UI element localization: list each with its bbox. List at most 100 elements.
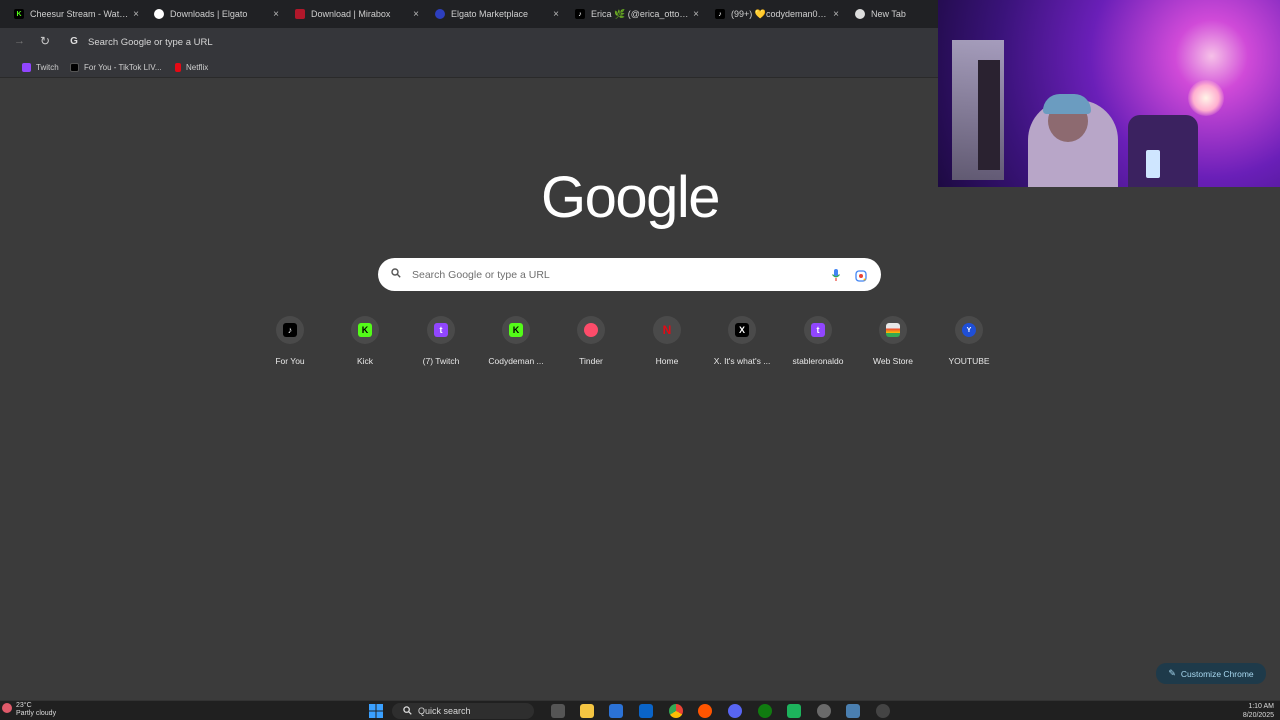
tab-title: Elgato Marketplace (451, 9, 529, 19)
shortcut-tinder[interactable]: Tinder (554, 314, 628, 374)
shortcut-label: Kick (356, 356, 374, 366)
shortcut-tile (879, 316, 907, 344)
chrome-icon (855, 9, 865, 19)
tab-title: Cheesur Stream - Watch Live on Kick (30, 9, 130, 19)
shortcut-tile (577, 316, 605, 344)
webcam-light (1188, 80, 1224, 116)
file-explorer-icon[interactable] (580, 704, 594, 718)
google-lens-icon[interactable] (855, 269, 867, 282)
close-icon[interactable]: × (830, 9, 842, 20)
close-icon[interactable]: × (410, 9, 422, 20)
tab-2[interactable]: Download | Mirabox × (295, 4, 422, 24)
x-icon: X (735, 323, 749, 337)
chrome-icon[interactable] (669, 704, 683, 718)
shortcut-kick[interactable]: K Kick (328, 314, 402, 374)
shortcut-label: YOUTUBE (948, 356, 990, 366)
twitch-icon: t (434, 323, 448, 337)
tiktok-icon (70, 62, 79, 72)
tab-0[interactable]: K Cheesur Stream - Watch Live on Kick × (14, 4, 142, 24)
close-icon[interactable]: × (690, 9, 702, 20)
shortcut-x[interactable]: X X. It's what's ... (705, 314, 779, 374)
bookmark-label: Twitch (36, 62, 59, 72)
settings-icon[interactable] (817, 704, 831, 718)
tiktok-icon: ♪ (575, 9, 585, 19)
bookmark-label: Netflix (186, 62, 209, 72)
weather-widget[interactable]: 23°C Partly cloudy (2, 702, 56, 718)
weather-temp: 23°C (16, 702, 32, 709)
close-icon[interactable]: × (550, 9, 562, 20)
shortcut-tile: Y (955, 316, 983, 344)
shortcut-label: For You (275, 356, 305, 366)
tab-5[interactable]: ♪ (99+) 💛codydeman03💘 × (715, 4, 842, 24)
windows-start-icon[interactable] (369, 704, 383, 718)
google-g-icon: G (70, 36, 78, 47)
shortcut-for-you[interactable]: ♪ For You (253, 314, 327, 374)
pencil-icon: ✎ (1168, 668, 1176, 678)
netflix-icon (175, 62, 181, 72)
tab-4[interactable]: ♪ Erica 🌿 (@erica_otto) is LIVE × (575, 4, 702, 24)
shortcut-label: Home (655, 356, 679, 366)
shortcut-web-store[interactable]: Web Store (856, 314, 930, 374)
outlook-icon[interactable] (639, 704, 653, 718)
tab-1[interactable]: Downloads | Elgato × (154, 4, 282, 24)
search-input[interactable]: Search Google or type a URL (412, 269, 831, 281)
tab-6-active[interactable]: New Tab (855, 4, 935, 24)
task-view-icon[interactable] (551, 704, 565, 718)
address-bar-placeholder: Search Google or type a URL (88, 36, 213, 48)
webcam-chair (1128, 115, 1198, 187)
tab-title: Download | Mirabox (311, 9, 391, 19)
twitch-icon (22, 62, 31, 72)
soundcloud-icon[interactable] (698, 704, 712, 718)
app-icon-grid[interactable] (876, 704, 890, 718)
close-icon[interactable]: × (270, 9, 282, 20)
shortcut-tile: K (502, 316, 530, 344)
forward-arrow-icon[interactable]: → (14, 35, 25, 47)
marketplace-icon (435, 9, 445, 19)
mirabox-icon (295, 9, 305, 19)
shortcut-stableronaldo[interactable]: t stableronaldo (781, 314, 855, 374)
app-window-icon[interactable] (846, 704, 860, 718)
search-box[interactable]: Search Google or type a URL (378, 258, 881, 291)
shortcut-label: X. It's what's ... (713, 356, 771, 366)
voice-search-icon[interactable] (831, 268, 841, 282)
taskbar-clock[interactable]: 1:10 AM 8/20/2025 (1214, 702, 1274, 720)
kick-icon: K (509, 323, 523, 337)
shortcut-youtube[interactable]: Y YOUTUBE (932, 314, 1006, 374)
twitch-icon: t (811, 323, 825, 337)
shortcut-tile: t (804, 316, 832, 344)
tiktok-icon: ♪ (283, 323, 297, 337)
reload-icon[interactable]: ↻ (40, 34, 50, 48)
close-icon[interactable]: × (130, 9, 142, 20)
shortcut-tile: K (351, 316, 379, 344)
app-icon[interactable] (787, 704, 801, 718)
tab-title: (99+) 💛codydeman03💘 (731, 8, 830, 19)
customize-chrome-button[interactable]: ✎ Customize Chrome (1156, 663, 1266, 684)
shortcut-home[interactable]: N Home (630, 314, 704, 374)
address-bar[interactable]: G Search Google or type a URL (64, 31, 934, 53)
xbox-icon[interactable] (758, 704, 772, 718)
tinder-icon (584, 323, 598, 337)
shortcut-label: Tinder (579, 356, 603, 366)
clock-time: 1:10 AM (1248, 703, 1274, 710)
tab-3[interactable]: Elgato Marketplace × (435, 4, 562, 24)
search-icon (390, 268, 402, 281)
bookmark-netflix[interactable]: Netflix (175, 61, 208, 73)
tab-title: Erica 🌿 (@erica_otto) is LIVE (591, 8, 690, 19)
discord-icon[interactable] (728, 704, 742, 718)
google-logo: Google (540, 165, 721, 230)
kick-icon: K (358, 323, 372, 337)
clock-date: 8/20/2025 (1242, 712, 1274, 719)
bookmark-tiktok[interactable]: For You - TikTok LIV... (70, 61, 162, 73)
webcam-overlay (938, 0, 1280, 187)
kick-icon: K (14, 9, 24, 19)
shortcut-tile: t (427, 316, 455, 344)
shortcut-twitch[interactable]: t (7) Twitch (404, 314, 478, 374)
search-icon (402, 705, 412, 717)
elgato-icon (154, 9, 164, 19)
microsoft-store-icon[interactable] (609, 704, 623, 718)
webcam-background-door (978, 60, 1000, 170)
bookmark-twitch[interactable]: Twitch (22, 61, 59, 73)
quick-search-box[interactable]: Quick search (392, 703, 534, 719)
shortcut-codydeman[interactable]: K Codydeman ... (479, 314, 553, 374)
webcam-bottle (1146, 150, 1160, 178)
